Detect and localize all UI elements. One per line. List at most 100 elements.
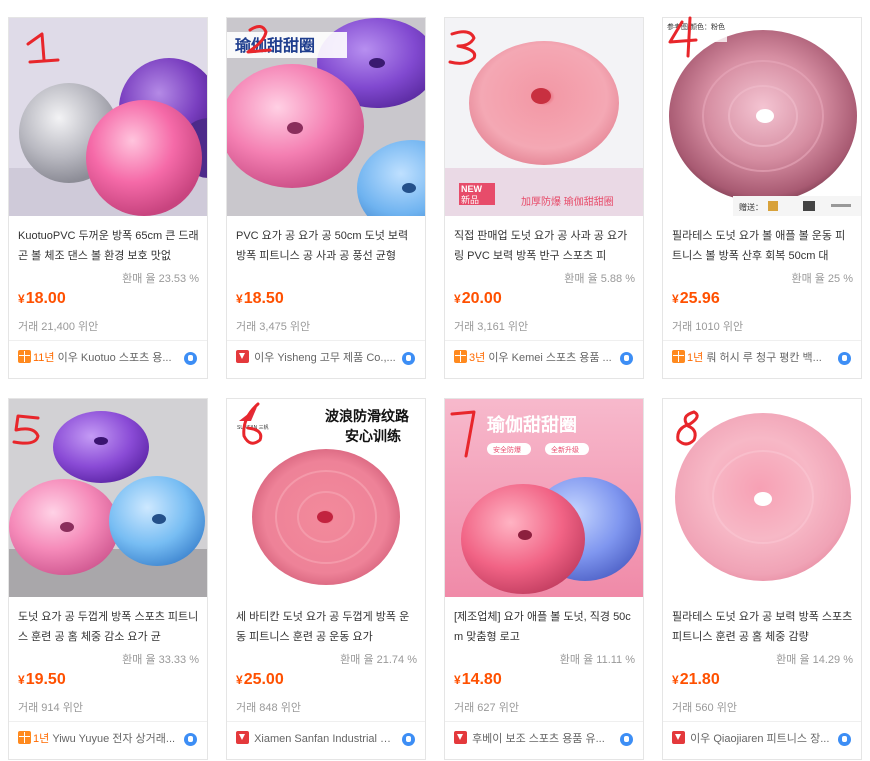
trade-volume: 거래 848 위안 xyxy=(236,702,301,714)
product-card[interactable]: 参考图 颜色：粉色 赠送： 필라테스 도넛 요가 볼 애플 볼 운동 피트니스 … xyxy=(662,17,862,379)
price-value: 20.00 xyxy=(461,290,502,307)
product-title[interactable]: KuotuoPVC 두꺼운 방폭 65cm 큰 드래곤 볼 체조 댄스 볼 환경… xyxy=(18,226,200,266)
new-tag: NEW xyxy=(461,184,483,194)
shop-link[interactable]: 후베이 보조 스포츠 용품 유... xyxy=(454,730,614,748)
product-price: ¥18.50 xyxy=(236,290,284,308)
price-value: 25.96 xyxy=(679,290,720,307)
shop-years: 1년 xyxy=(33,733,50,745)
trade-volume: 거래 3,161 위안 xyxy=(454,321,529,333)
divider xyxy=(445,340,643,341)
divider xyxy=(663,340,861,341)
product-image[interactable]: 瑜伽甜甜圈 安全防爆 全新升级 xyxy=(445,399,643,597)
product-card[interactable]: KuotuoPVC 두꺼운 방폭 65cm 큰 드래곤 볼 체조 댄스 볼 환경… xyxy=(8,17,208,379)
product-card[interactable]: NEW 新品 加厚防爆 瑜伽甜甜圈 직접 판매업 도넛 요가 공 사과 공 요가… xyxy=(444,17,644,379)
divider xyxy=(9,721,207,722)
shop-name: 이우 Kemei 스포츠 용품 ... xyxy=(488,352,612,364)
product-image[interactable]: 参考图 颜色：粉色 赠送： xyxy=(663,18,861,216)
shop-link[interactable]: 1년 뤄 허시 루 청구 평칸 백... xyxy=(672,349,832,367)
repurchase-rate: 환매 율 25 % xyxy=(791,273,853,285)
banner-text: 瑜伽甜甜圈 xyxy=(235,36,315,55)
shop-link[interactable]: Xiamen Sanfan Industrial Co... xyxy=(236,730,396,748)
currency-symbol: ¥ xyxy=(672,292,679,306)
chat-icon[interactable] xyxy=(838,733,851,746)
product-title[interactable]: 필라테스 도넛 요가 볼 애플 볼 운동 피트니스 볼 방폭 산후 회복 50c… xyxy=(672,226,854,266)
product-price: ¥20.00 xyxy=(454,290,502,308)
divider xyxy=(227,340,425,341)
shop-name: Xiamen Sanfan Industrial Co... xyxy=(254,733,396,745)
chat-icon[interactable] xyxy=(620,733,633,746)
shop-link[interactable]: 1년 Yiwu Yuyue 전자 상거래... xyxy=(18,730,178,748)
chat-icon[interactable] xyxy=(402,352,415,365)
price-value: 21.80 xyxy=(679,671,720,688)
banner-text: 瑜伽甜甜圈 xyxy=(487,414,577,435)
repurchase-rate: 환매 율 21.74 % xyxy=(340,654,417,666)
corner-caption: 参考图 颜色：粉色 xyxy=(667,22,725,31)
gift-icon xyxy=(672,350,685,363)
trade-volume: 거래 560 위안 xyxy=(672,702,737,714)
repurchase-rate: 환매 율 33.33 % xyxy=(122,654,199,666)
divider xyxy=(445,721,643,722)
repurchase-rate: 환매 율 23.53 % xyxy=(122,273,199,285)
product-price: ¥18.00 xyxy=(18,290,66,308)
product-card[interactable]: SUNFAN 三帆 波浪防滑纹路 安心训练 세 바티칸 도넛 요가 공 두껍게 … xyxy=(226,398,426,760)
divider xyxy=(227,721,425,722)
product-title[interactable]: [제조업체] 요가 애플 볼 도넛, 직경 50cm 맞춤형 로고 xyxy=(454,607,636,647)
chat-icon[interactable] xyxy=(402,733,415,746)
product-price: ¥25.96 xyxy=(672,290,720,308)
trade-volume: 거래 914 위안 xyxy=(18,702,83,714)
product-title[interactable]: 도넛 요가 공 두껍게 방폭 스포츠 피트니스 훈련 공 홈 체중 감소 요가 … xyxy=(18,607,200,647)
product-card[interactable]: 瑜伽甜甜圈 PVC 요가 공 요가 공 50cm 도넛 보력 방폭 피트니스 공… xyxy=(226,17,426,379)
product-price: ¥19.50 xyxy=(18,671,66,689)
product-title[interactable]: PVC 요가 공 요가 공 50cm 도넛 보력 방폭 피트니스 공 사과 공 … xyxy=(236,226,418,266)
currency-symbol: ¥ xyxy=(18,292,25,306)
product-grid: KuotuoPVC 두꺼운 방폭 65cm 큰 드래곤 볼 체조 댄스 볼 환경… xyxy=(0,0,870,761)
product-image[interactable]: SUNFAN 三帆 波浪防滑纹路 安心训练 xyxy=(227,399,425,597)
product-card[interactable]: 瑜伽甜甜圈 安全防爆 全新升级 [제조업체] 요가 애플 볼 도넛, 직경 50… xyxy=(444,398,644,760)
shop-link[interactable]: 이우 Qiaojiaren 피트니스 장... xyxy=(672,730,832,748)
trade-volume: 거래 1010 위안 xyxy=(672,321,744,333)
product-title[interactable]: 세 바티칸 도넛 요가 공 두껍게 방폭 운동 피트니스 훈련 공 운동 요가 xyxy=(236,607,418,647)
brand-logo: SUNFAN 三帆 xyxy=(237,424,269,431)
gift-icon xyxy=(18,731,31,744)
chat-icon[interactable] xyxy=(184,733,197,746)
product-image[interactable]: 瑜伽甜甜圈 xyxy=(227,18,425,216)
divider xyxy=(663,721,861,722)
price-value: 25.00 xyxy=(243,671,284,688)
currency-symbol: ¥ xyxy=(18,673,25,687)
product-title[interactable]: 직접 판매업 도넛 요가 공 사과 공 요가 링 PVC 보력 방폭 반구 스포… xyxy=(454,226,636,266)
shop-name: 이우 Qiaojiaren 피트니스 장... xyxy=(690,733,830,745)
product-card[interactable]: 도넛 요가 공 두껍게 방폭 스포츠 피트니스 훈련 공 홈 체중 감소 요가 … xyxy=(8,398,208,760)
trade-volume: 거래 21,400 위안 xyxy=(18,321,99,333)
product-price: ¥14.80 xyxy=(454,671,502,689)
shield-icon xyxy=(672,731,685,744)
shop-name: 뤄 허시 루 청구 평칸 백... xyxy=(706,352,822,364)
shop-name: Yiwu Yuyue 전자 상거래... xyxy=(52,733,176,745)
bottom-banner: 加厚防爆 瑜伽甜甜圈 xyxy=(521,195,614,208)
product-card[interactable]: 필라테스 도넛 요가 공 보력 방폭 스포츠 피트니스 훈련 공 홈 체중 감량… xyxy=(662,398,862,760)
shop-link[interactable]: 이우 Yisheng 고무 제품 Co.,... xyxy=(236,349,396,367)
chat-icon[interactable] xyxy=(838,352,851,365)
product-title[interactable]: 필라테스 도넛 요가 공 보력 방폭 스포츠 피트니스 훈련 공 홈 체중 감량 xyxy=(672,607,854,647)
shop-name: 후베이 보조 스포츠 용품 유... xyxy=(472,733,605,745)
currency-symbol: ¥ xyxy=(672,673,679,687)
chat-icon[interactable] xyxy=(620,352,633,365)
shop-name: 이우 Yisheng 고무 제품 Co.,... xyxy=(254,352,396,364)
shield-icon xyxy=(236,731,249,744)
pill-upgrade: 全新升级 xyxy=(551,445,579,454)
banner-line-1: 波浪防滑纹路 xyxy=(325,408,410,424)
product-image[interactable] xyxy=(9,399,207,597)
shop-link[interactable]: 11년 이우 Kuotuo 스포츠 용... xyxy=(18,349,178,367)
price-value: 18.00 xyxy=(25,290,66,307)
product-image[interactable] xyxy=(663,399,861,597)
pill-safe: 安全防爆 xyxy=(493,445,521,454)
shop-link[interactable]: 3년 이우 Kemei 스포츠 용품 ... xyxy=(454,349,614,367)
currency-symbol: ¥ xyxy=(236,292,243,306)
product-image[interactable]: NEW 新品 加厚防爆 瑜伽甜甜圈 xyxy=(445,18,643,216)
price-value: 18.50 xyxy=(243,290,284,307)
trade-volume: 거래 3,475 위안 xyxy=(236,321,311,333)
price-value: 14.80 xyxy=(461,671,502,688)
chat-icon[interactable] xyxy=(184,352,197,365)
product-image[interactable] xyxy=(9,18,207,216)
trade-volume: 거래 627 위안 xyxy=(454,702,519,714)
repurchase-rate: 환매 율 14.29 % xyxy=(776,654,853,666)
